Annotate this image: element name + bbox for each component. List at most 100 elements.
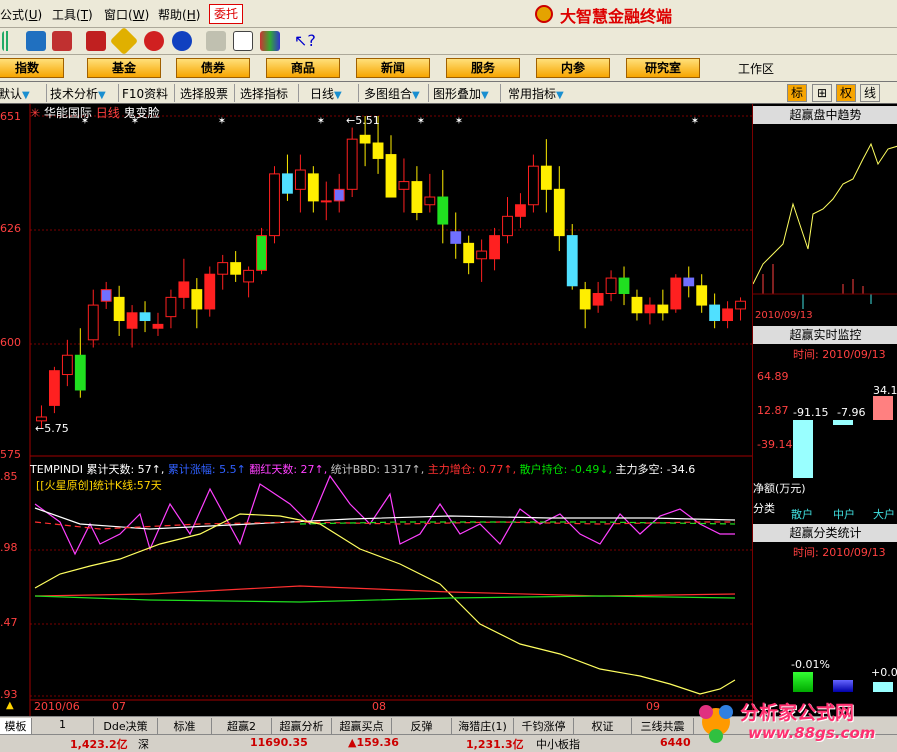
tab-default[interactable]: 默认▼ bbox=[0, 85, 30, 102]
candle-body bbox=[515, 204, 526, 217]
tab-dde[interactable]: Dde决策 bbox=[94, 718, 158, 734]
right-side-panel: 超赢盘中趋势 2010/09/13 超赢实时监控 时间: 2010/09/13 … bbox=[752, 104, 897, 716]
brand-logo-icon bbox=[535, 5, 553, 23]
group-mid: 中户 bbox=[833, 508, 855, 521]
tab-select-stock[interactable]: 选择股票 bbox=[180, 85, 228, 102]
status-index: 11690.35 bbox=[250, 736, 308, 749]
tab-1[interactable]: 1 bbox=[32, 718, 94, 734]
candle-body bbox=[87, 304, 99, 341]
workarea-label[interactable]: 工作区 bbox=[738, 60, 774, 77]
tab-common-indicator[interactable]: 常用指标▼ bbox=[508, 85, 564, 102]
binoculars-icon[interactable] bbox=[26, 31, 46, 51]
net-amount-label: 净额(万元) bbox=[753, 482, 806, 495]
status-sme-value: 6440 bbox=[660, 736, 691, 749]
tab-three-lines[interactable]: 三线共震 bbox=[632, 718, 694, 734]
monitor-scale-label: 12.87 bbox=[757, 404, 789, 417]
clipboard-icon[interactable] bbox=[206, 31, 226, 51]
tab-template[interactable]: 模板 bbox=[0, 718, 32, 734]
indicator-line bbox=[34, 585, 736, 597]
tab-rebound[interactable]: 反弹 bbox=[392, 718, 452, 734]
candle-body bbox=[320, 200, 332, 203]
nav-fund[interactable]: 基金 bbox=[87, 58, 161, 78]
help-pointer-icon[interactable]: ↖? bbox=[294, 31, 316, 51]
alarm-icon[interactable] bbox=[52, 31, 72, 51]
price-chart-area[interactable]: ✶ ✶ ✶ ✶ ✶ ✶ ✶ ✳ 华能国际 日线 鬼变脸 651 626 600 575 ←5… bbox=[0, 104, 752, 716]
indicator-line bbox=[34, 513, 736, 695]
tab-f10[interactable]: F10资料 bbox=[122, 85, 168, 102]
candle-body bbox=[126, 312, 138, 329]
toolbar: ↖? bbox=[0, 26, 897, 56]
monitor-scale-label: -39.14 bbox=[757, 438, 793, 451]
candle-body bbox=[100, 289, 112, 302]
books-icon[interactable] bbox=[260, 31, 280, 51]
retail-flow-label: -91.15 bbox=[793, 406, 829, 419]
tab-chaoying2[interactable]: 超赢2 bbox=[212, 718, 272, 734]
window-icon[interactable] bbox=[233, 31, 253, 51]
tab-daily[interactable]: 日线▼ bbox=[310, 85, 342, 102]
candle-body bbox=[333, 188, 345, 202]
nav-index[interactable]: 指数 bbox=[0, 58, 64, 78]
tab-chaoying-analysis[interactable]: 超赢分析 bbox=[272, 718, 332, 734]
indicator-axis-label: .47 bbox=[0, 616, 18, 629]
ratio-icon[interactable] bbox=[86, 31, 106, 51]
warning-triangle-icon: ▲ bbox=[6, 700, 14, 711]
candle-body bbox=[670, 277, 682, 310]
group-retail: 散户 bbox=[791, 508, 813, 521]
right-tab-mark[interactable]: 标 bbox=[787, 84, 807, 102]
stat-retail-bar bbox=[793, 672, 813, 692]
diamond-icon[interactable] bbox=[109, 26, 139, 56]
tab-technical[interactable]: 技术分析▼ bbox=[50, 85, 106, 102]
right-tab-rights[interactable]: 权 bbox=[836, 84, 856, 102]
candle-body bbox=[463, 242, 475, 264]
candle-body bbox=[527, 165, 539, 206]
candle-body bbox=[191, 289, 203, 310]
bar-chart-icon[interactable] bbox=[2, 31, 22, 51]
candle-body bbox=[566, 235, 578, 287]
status-sme-index: 中小板指 bbox=[536, 738, 580, 751]
menu-window[interactable]: 窗口(W) bbox=[104, 6, 149, 23]
candle-body bbox=[282, 173, 293, 194]
chart-tag: 鬼变脸 bbox=[123, 106, 160, 120]
f10-icon[interactable] bbox=[144, 31, 164, 51]
candle-body bbox=[48, 370, 60, 406]
right-tab-line[interactable]: 线 bbox=[860, 84, 880, 102]
candle-body bbox=[605, 277, 617, 295]
candle-body bbox=[579, 289, 591, 310]
signal-star-icon: ✶ bbox=[691, 116, 699, 127]
indicator-line bbox=[34, 595, 736, 603]
tab-standard[interactable]: 标准 bbox=[158, 718, 212, 734]
menu-tools[interactable]: 工具(T) bbox=[52, 6, 93, 23]
menu-help[interactable]: 帮助(H) bbox=[158, 6, 200, 23]
tab-chaoying-buy[interactable]: 超赢买点 bbox=[332, 718, 392, 734]
nav-news[interactable]: 新闻 bbox=[356, 58, 430, 78]
candle-body bbox=[644, 304, 656, 314]
tab-select-indicator[interactable]: 选择指标 bbox=[240, 85, 288, 102]
tab-hunter[interactable]: 海猎庄(1) bbox=[452, 718, 514, 734]
tab-limit-up[interactable]: 千钧涨停 bbox=[514, 718, 574, 734]
tab-warrant[interactable]: 权证 bbox=[574, 718, 632, 734]
candle-body bbox=[61, 354, 73, 376]
brand-title: 大智慧金融终端 bbox=[560, 7, 673, 26]
right-tab-grid[interactable]: ⊞ bbox=[812, 84, 832, 102]
large-flow-bar bbox=[873, 396, 893, 420]
tab-multi-chart[interactable]: 多图组合▼ bbox=[364, 85, 420, 102]
status-turnover-2: 1,231.3亿 bbox=[466, 738, 524, 751]
stock-icon[interactable] bbox=[172, 31, 192, 51]
nav-bond[interactable]: 债券 bbox=[176, 58, 250, 78]
status-change: ▲159.36 bbox=[348, 736, 399, 749]
nav-service[interactable]: 服务 bbox=[446, 58, 520, 78]
kline-chart-svg[interactable]: ✶ ✶ ✶ ✶ ✶ ✶ ✶ bbox=[0, 104, 752, 716]
nav-commodity[interactable]: 商品 bbox=[266, 58, 340, 78]
menu-formula[interactable]: 公式(U) bbox=[0, 6, 42, 23]
date-axis-label: 08 bbox=[372, 700, 386, 713]
nav-research[interactable]: 研究室 bbox=[626, 58, 700, 78]
nav-bar: 指数 基金 债券 商品 新闻 服务 内参 研究室 工作区 bbox=[0, 55, 897, 82]
category-stat-title: 超赢分类统计 bbox=[753, 524, 897, 542]
nav-insider[interactable]: 内参 bbox=[536, 58, 610, 78]
intraday-trend-chart[interactable] bbox=[753, 124, 897, 324]
candle-body bbox=[359, 134, 371, 144]
trade-button[interactable]: 委托 bbox=[209, 4, 243, 24]
status-market: 深 bbox=[138, 738, 149, 751]
candle-body bbox=[450, 231, 462, 244]
tab-overlay[interactable]: 图形叠加▼ bbox=[433, 85, 489, 102]
